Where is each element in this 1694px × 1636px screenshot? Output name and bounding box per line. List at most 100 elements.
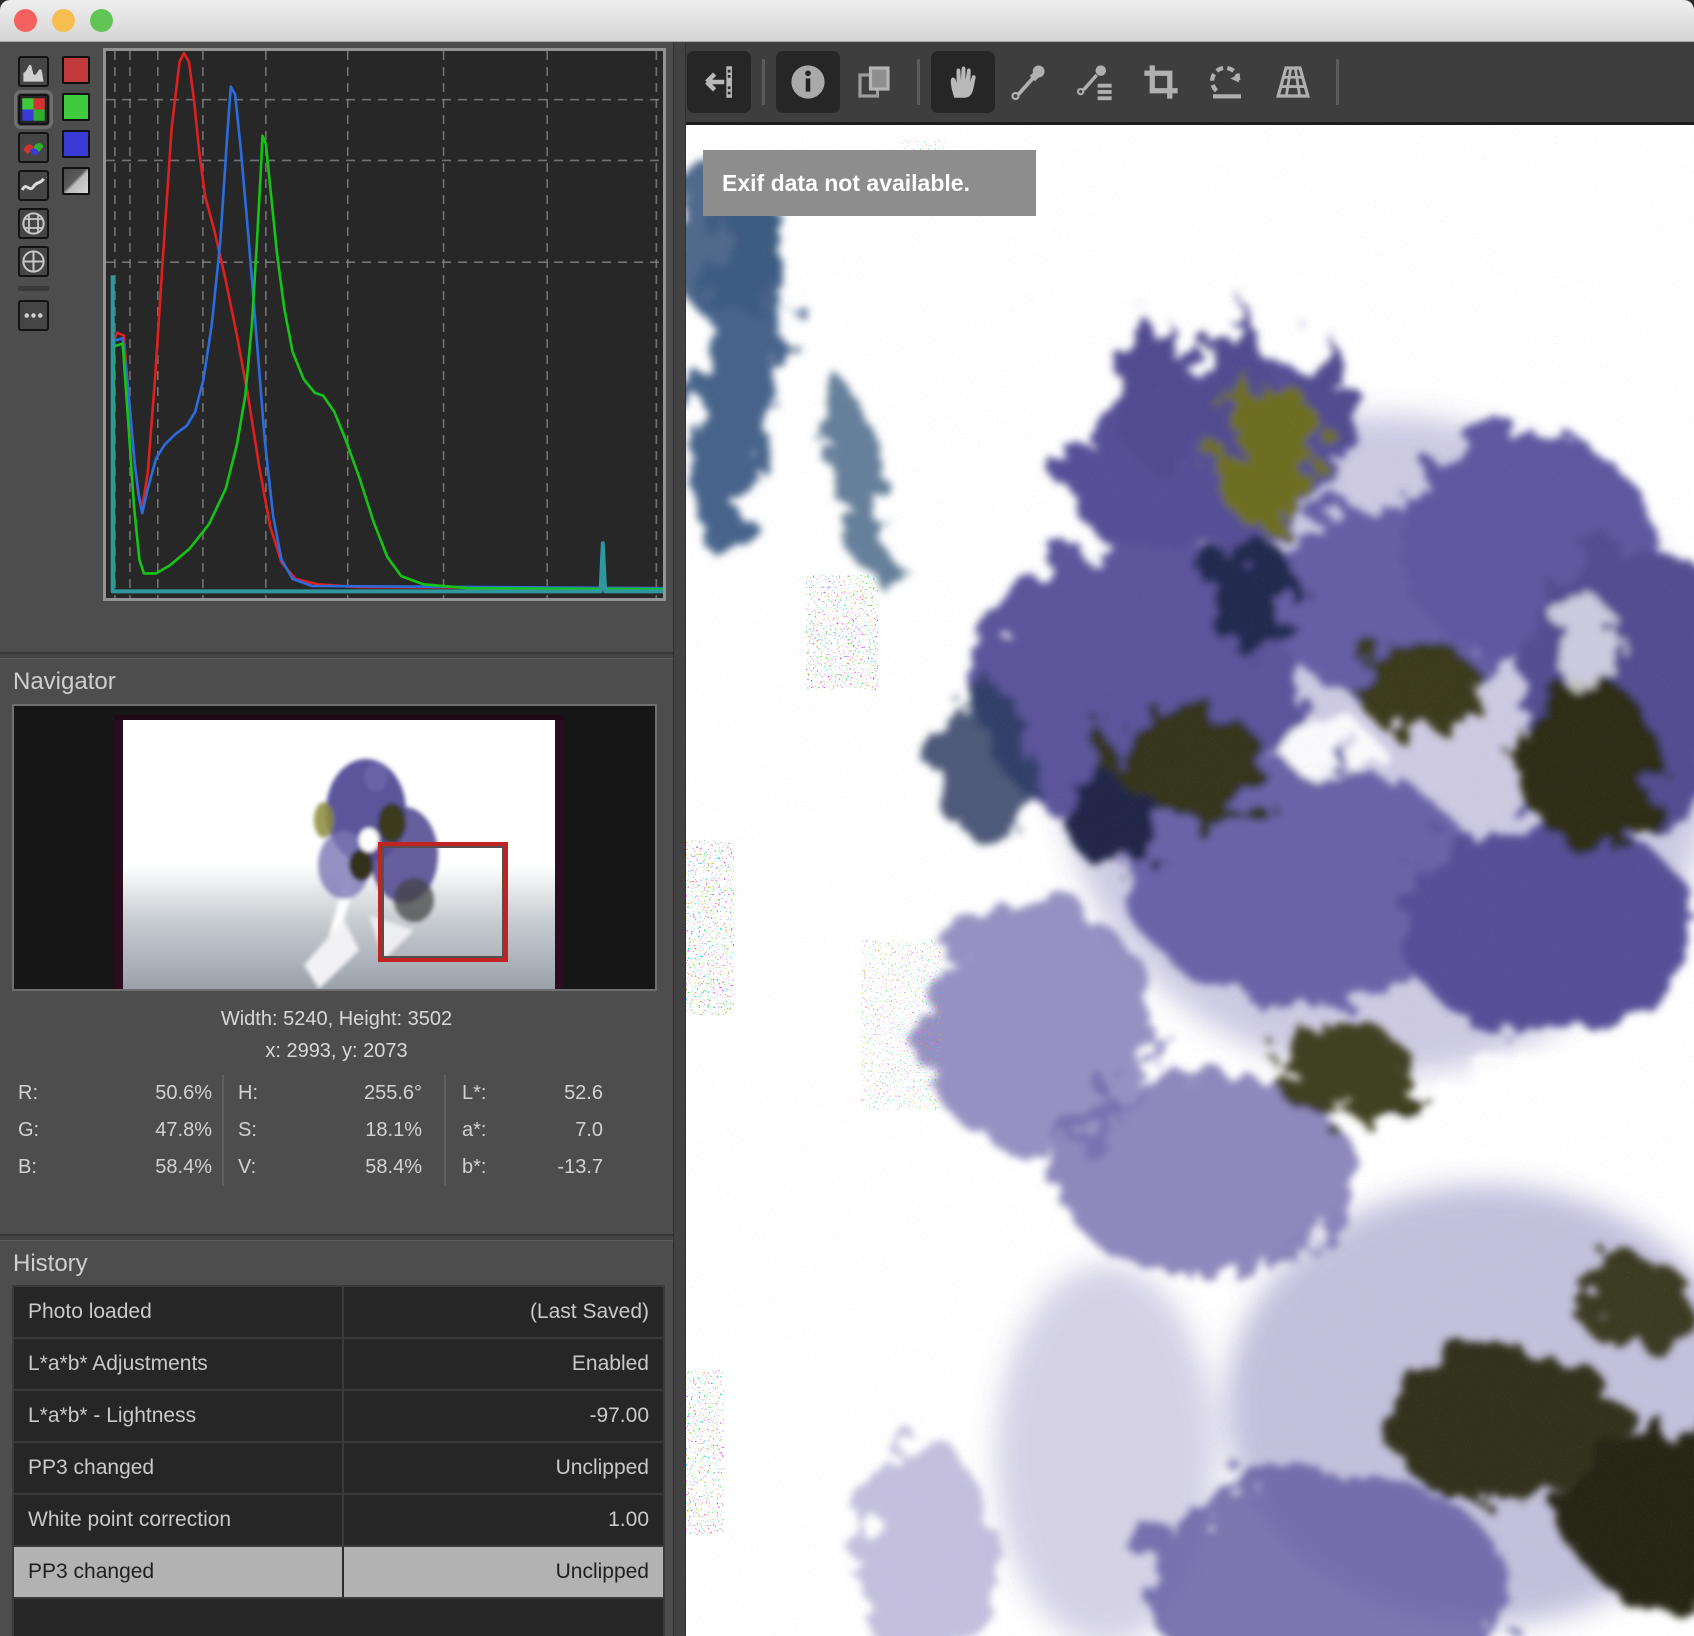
red-channel-button[interactable] [62, 56, 90, 84]
pixel-value-group: R:50.6%G:47.8%B:58.4% [12, 1075, 222, 1186]
collapse-left-icon [698, 61, 740, 103]
eyedropper-icon [1008, 61, 1050, 103]
crosshair-icon [20, 248, 47, 275]
pixel-value: -13.7 [486, 1149, 661, 1186]
straighten-icon [1206, 61, 1248, 103]
pixel-value-label: S: [224, 1112, 258, 1149]
pixel-value-label: a*: [446, 1112, 486, 1149]
pixel-value: 58.4% [39, 1149, 222, 1186]
history-value: (Last Saved) [344, 1287, 663, 1337]
pixel-value-group: L*:52.6a*:7.0b*:-13.7 [444, 1075, 661, 1186]
pixel-value: 58.4% [258, 1149, 444, 1186]
pixel-value: 50.6% [39, 1075, 222, 1112]
sensor-circle-icon [20, 210, 47, 237]
perspective-tool-button[interactable] [1261, 51, 1325, 113]
info-icon [787, 61, 829, 103]
histogram-curve-blue [114, 87, 663, 589]
exif-notice: Exif data not available. [703, 150, 1036, 216]
history-row[interactable]: Photo loaded(Last Saved) [14, 1287, 663, 1339]
toolbar-separator [1336, 59, 1339, 105]
histogram-curve-green [114, 136, 663, 589]
pixel-value: 52.6 [486, 1075, 661, 1112]
pixel-value-label: R: [12, 1075, 39, 1112]
history-header: History [0, 1241, 673, 1285]
histogram-options-button[interactable] [18, 300, 49, 331]
wb-eyedropper-icon [1074, 61, 1116, 103]
cursor-position: x: 2993, y: 2073 [0, 1035, 673, 1067]
pixel-value-label: b*: [446, 1149, 486, 1186]
left-panel: Navigator [0, 42, 673, 1636]
panel-splitter[interactable] [673, 42, 686, 1636]
image-dimensions: Width: 5240, Height: 3502 [0, 1003, 673, 1035]
histogram-mode-button[interactable] [18, 56, 49, 87]
pixel-values-table: R:50.6%G:47.8%B:58.4%H:255.6°S:18.1%V:58… [12, 1075, 661, 1186]
pixel-value: 255.6° [258, 1075, 444, 1112]
chromaticity-mode-button[interactable] [18, 132, 49, 163]
pixel-value-label: B: [12, 1149, 39, 1186]
pixel-value: 18.1% [258, 1112, 444, 1149]
editor-toolbar [686, 42, 1694, 122]
histogram-section [0, 42, 673, 652]
history-value: Unclipped [344, 1547, 663, 1597]
history-value: -97.00 [344, 1391, 663, 1441]
panel-divider [0, 652, 673, 659]
pixel-value: 7.0 [486, 1112, 661, 1149]
pixel-value-label: G: [12, 1112, 39, 1149]
rgb-mode-button[interactable] [18, 94, 49, 125]
history-row[interactable]: L*a*b* AdjustmentsEnabled [14, 1339, 663, 1391]
histogram-curve-chromaticity [113, 275, 663, 591]
titlebar [0, 0, 1694, 42]
color-picker-button[interactable] [997, 51, 1061, 113]
history-action: L*a*b* - Lightness [14, 1391, 344, 1441]
history-action: White point correction [14, 1495, 344, 1545]
history-action: PP3 changed [14, 1547, 344, 1597]
histogram-plot[interactable] [103, 48, 666, 601]
pixel-value: 47.8% [39, 1112, 222, 1149]
chromaticity-icon [20, 134, 47, 161]
history-row[interactable]: L*a*b* - Lightness-97.00 [14, 1391, 663, 1443]
ellipsis-icon [20, 302, 47, 329]
rgb-quad-icon [20, 96, 47, 123]
navigator-header: Navigator [0, 659, 673, 703]
straighten-tool-button[interactable] [1195, 51, 1259, 113]
pixel-value-label: L*: [446, 1075, 486, 1112]
pixel-value-label: H: [224, 1075, 258, 1112]
navigator-preview[interactable] [12, 704, 657, 991]
history-list: Photo loaded(Last Saved)L*a*b* Adjustmen… [12, 1285, 665, 1636]
raw-histogram-button[interactable] [18, 208, 49, 239]
history-row[interactable]: PP3 changedUnclipped [14, 1547, 663, 1599]
histogram-icon [20, 58, 47, 85]
hand-icon [942, 61, 984, 103]
curve-mode-button[interactable] [18, 170, 49, 201]
blue-channel-button[interactable] [62, 130, 90, 158]
history-action: L*a*b* Adjustments [14, 1339, 344, 1389]
toolbar-separator [762, 59, 765, 105]
navigator-view-rectangle[interactable] [378, 842, 508, 962]
white-balance-picker-button[interactable] [1063, 51, 1127, 113]
zoom-button[interactable] [90, 9, 113, 32]
histogram-curve-red [114, 53, 663, 588]
crop-tool-button[interactable] [1129, 51, 1193, 113]
history-action: Photo loaded [14, 1287, 344, 1337]
photo-preview [686, 125, 1694, 1636]
hand-tool-button[interactable] [931, 51, 995, 113]
copy-icon [853, 61, 895, 103]
green-channel-button[interactable] [62, 93, 90, 121]
copy-profile-button[interactable] [842, 51, 906, 113]
history-row[interactable]: White point correction1.00 [14, 1495, 663, 1547]
crosshair-indicator-button[interactable] [18, 246, 49, 277]
close-button[interactable] [14, 9, 37, 32]
histogram-scale-bar [18, 286, 49, 291]
image-info-button[interactable] [776, 51, 840, 113]
history-value: Enabled [344, 1339, 663, 1389]
crop-icon [1140, 61, 1182, 103]
minimize-button[interactable] [52, 9, 75, 32]
history-row[interactable]: PP3 changedUnclipped [14, 1443, 663, 1495]
collapse-left-panel-button[interactable] [687, 51, 751, 113]
luminosity-channel-button[interactable] [62, 167, 90, 195]
perspective-grid-icon [1272, 61, 1314, 103]
app-window: Navigator [0, 0, 1694, 1636]
pixel-value-label: V: [224, 1149, 258, 1186]
image-canvas[interactable]: Exif data not available. [686, 122, 1694, 1636]
panel-divider [0, 1234, 673, 1241]
